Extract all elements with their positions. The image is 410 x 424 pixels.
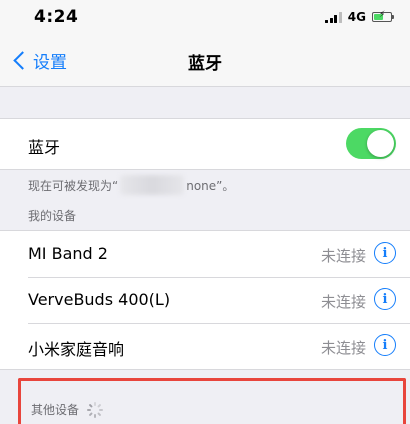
spinner-spoke [94, 413, 97, 418]
bluetooth-toggle[interactable] [346, 128, 396, 159]
my-devices-header: 我的设备 [28, 209, 77, 223]
device-name: 小米家庭音响 [28, 340, 125, 359]
toggle-knob [367, 130, 394, 157]
status-indicators: 4G ⚡ [325, 10, 394, 24]
device-name: VerveBuds 400(L) [28, 290, 171, 309]
spinner-spoke [99, 408, 104, 411]
signal-icon [325, 11, 342, 23]
device-status: 未连接 [320, 339, 366, 357]
discoverable-prefix: 现在可被发现为“ [28, 178, 119, 193]
spinner-spoke [97, 403, 102, 408]
bluetooth-cell: 蓝牙 [0, 118, 410, 170]
spinner-spoke [97, 411, 102, 416]
other-devices-highlight: 其他设备 [18, 378, 406, 424]
my-devices-list: MI Band 2 未连接 i VerveBuds 400(L) 未连接 i 小… [0, 230, 410, 370]
status-bar: 4:24 4G ⚡ [0, 0, 410, 36]
navigation-bar: 设置 蓝牙 [0, 36, 410, 87]
section-spacer [0, 87, 410, 118]
info-icon[interactable]: i [374, 288, 396, 310]
battery-icon: ⚡ [372, 10, 394, 22]
bluetooth-label: 蓝牙 [28, 138, 61, 157]
device-row[interactable]: 小米家庭音响 未连接 i [0, 323, 410, 369]
other-devices-label: 其他设备 [31, 403, 80, 417]
info-icon[interactable]: i [374, 242, 396, 264]
device-row[interactable]: MI Band 2 未连接 i [0, 231, 410, 277]
spinner-spoke [94, 401, 97, 406]
discoverable-text: 现在可被发现为“ none”。 [28, 175, 234, 195]
device-status: 未连接 [320, 247, 366, 265]
discoverable-suffix: none”。 [186, 178, 235, 193]
page-title: 蓝牙 [188, 54, 222, 74]
other-devices-header: 其他设备 [31, 401, 104, 418]
device-status: 未连接 [320, 293, 366, 311]
network-type: 4G [347, 10, 366, 24]
blurred-device-name [120, 175, 185, 195]
spinner-spoke [87, 408, 92, 411]
loading-spinner-icon [87, 401, 104, 418]
device-name: MI Band 2 [28, 244, 108, 263]
device-row[interactable]: VerveBuds 400(L) 未连接 i [0, 277, 410, 323]
status-time: 4:24 [34, 7, 79, 27]
spinner-spoke [88, 403, 93, 408]
info-icon[interactable]: i [374, 334, 396, 356]
spinner-spoke [88, 411, 93, 416]
